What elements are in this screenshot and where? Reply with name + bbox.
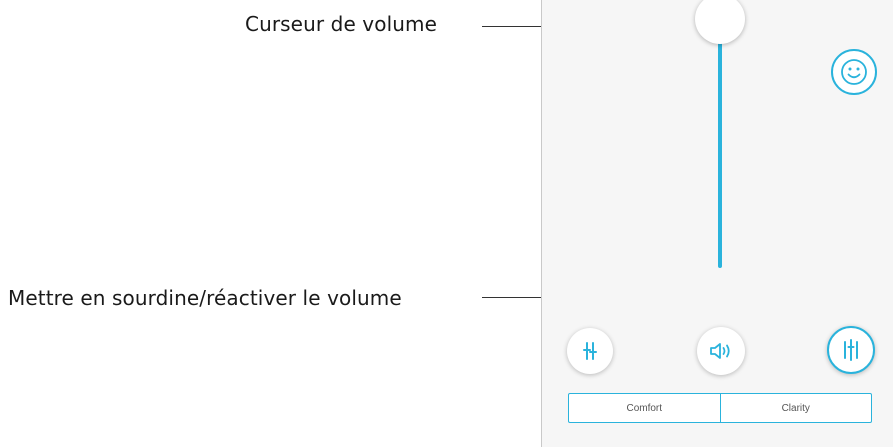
sliders-button[interactable] [567,328,613,374]
equalizer-icon [844,339,858,361]
mute-toggle-button[interactable] [697,327,745,375]
smiley-button[interactable] [831,49,877,95]
sliders-icon [583,342,597,360]
speaker-icon [710,343,730,359]
segment-clarity[interactable]: Clarity [719,394,872,422]
volume-slider-annotation: Curseur de volume [245,12,437,36]
smiley-icon [841,59,867,85]
volume-slider-track[interactable] [718,40,722,268]
equalizer-button[interactable] [827,326,875,374]
mute-toggle-annotation: Mettre en sourdine/réactiver le volume [8,286,402,310]
program-segmented-control: Comfort Clarity [568,393,872,423]
segment-comfort[interactable]: Comfort [569,394,720,422]
